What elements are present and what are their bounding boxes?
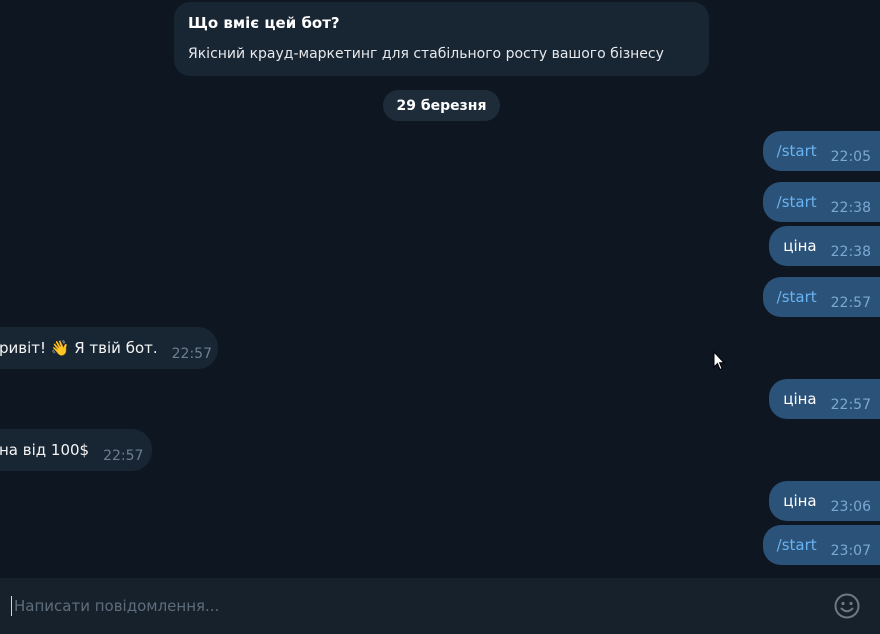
text-caret bbox=[11, 596, 12, 616]
message-outgoing[interactable]: ціна 22:57 bbox=[769, 379, 880, 419]
message-outgoing[interactable]: /start 22:38 bbox=[762, 182, 880, 222]
message-time: 22:38 bbox=[830, 200, 871, 216]
message-text: ціна bbox=[783, 492, 817, 510]
message-text: ціна bbox=[783, 237, 817, 255]
message-text[interactable]: /start bbox=[777, 141, 817, 161]
bot-info-description: Якісний крауд-маркетинг для стабільного … bbox=[188, 46, 664, 62]
chat-area: Що вміє цей бот? Якісний крауд-маркетинг… bbox=[0, 0, 880, 578]
message-composer bbox=[0, 578, 880, 634]
message-outgoing[interactable]: /start 23:07 bbox=[762, 525, 880, 565]
message-outgoing[interactable]: /start 22:05 bbox=[762, 131, 880, 171]
message-time: 23:06 bbox=[830, 499, 871, 515]
bot-info-card: Що вміє цей бот? Якісний крауд-маркетинг… bbox=[174, 2, 709, 76]
message-outgoing[interactable]: ціна 23:06 bbox=[769, 481, 880, 521]
message-text[interactable]: /start bbox=[777, 535, 817, 555]
mouse-pointer-icon bbox=[713, 351, 725, 371]
message-outgoing[interactable]: ціна 22:38 bbox=[769, 226, 880, 266]
message-time: 22:57 bbox=[830, 295, 871, 311]
message-time: 23:07 bbox=[830, 543, 871, 559]
message-input[interactable] bbox=[14, 594, 814, 618]
message-text[interactable]: /start bbox=[777, 287, 817, 307]
message-time: 22:05 bbox=[830, 149, 871, 165]
message-outgoing[interactable]: /start 22:57 bbox=[762, 277, 880, 317]
message-time: 22:57 bbox=[830, 397, 871, 413]
message-text: ціна bbox=[783, 390, 817, 408]
message-incoming[interactable]: ривіт! 👋 Я твій бот. 22:57 bbox=[0, 327, 218, 369]
date-separator[interactable]: 29 березня bbox=[383, 90, 500, 121]
message-text: на від 100$ bbox=[0, 441, 90, 459]
smiley-icon[interactable] bbox=[833, 592, 861, 620]
message-text: ривіт! 👋 Я твій бот. bbox=[0, 339, 158, 357]
message-time: 22:57 bbox=[103, 448, 144, 464]
bot-info-title: Що вміє цей бот? bbox=[188, 14, 340, 32]
message-incoming[interactable]: на від 100$ 22:57 bbox=[0, 429, 152, 471]
message-time: 22:57 bbox=[171, 346, 212, 362]
message-text[interactable]: /start bbox=[777, 192, 817, 212]
message-time: 22:38 bbox=[830, 244, 871, 260]
